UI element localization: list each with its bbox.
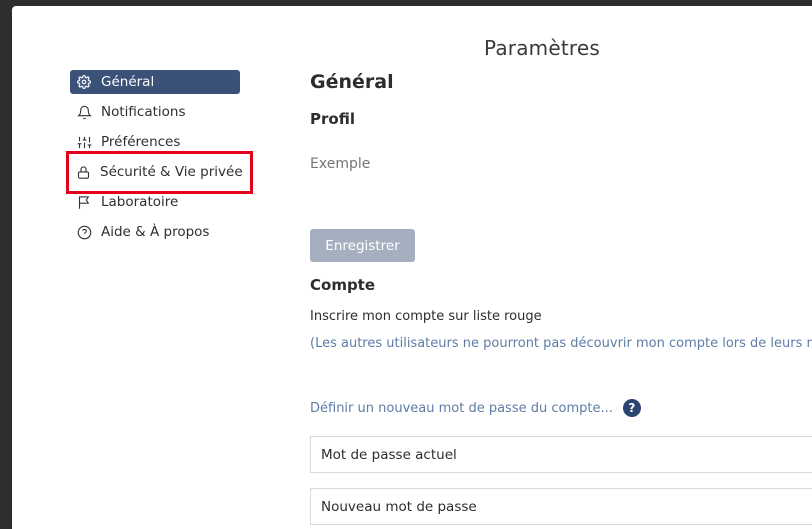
sidebar-item-label: Aide & À propos [101,224,210,240]
settings-sidebar: Général Notifications Préférences Sécuri… [70,70,243,250]
current-password-field[interactable] [310,436,812,473]
change-password-row: Définir un nouveau mot de passe du compt… [310,399,641,417]
blacklist-hint: (Les autres utilisateurs ne pourront pas… [310,336,812,351]
sidebar-item-label: Préférences [101,134,181,150]
sidebar-item-security[interactable]: Sécurité & Vie privée [70,160,243,184]
change-password-link[interactable]: Définir un nouveau mot de passe du compt… [310,401,613,416]
flag-icon [76,194,92,210]
dialog-title: Paramètres [483,36,601,60]
sidebar-item-preferences[interactable]: Préférences [70,130,240,154]
sidebar-item-notifications[interactable]: Notifications [70,100,240,124]
sidebar-item-label: Notifications [101,104,186,120]
sidebar-item-label: Sécurité & Vie privée [100,164,243,180]
sidebar-item-labs[interactable]: Laboratoire [70,190,240,214]
help-circle-icon [76,224,92,240]
sidebar-item-label: Général [101,74,155,90]
sidebar-item-help[interactable]: Aide & À propos [70,220,240,244]
page-title: Général [310,71,394,93]
help-icon[interactable]: ? [622,399,641,417]
settings-content: Général Profil Enregistrer Compte Inscri… [310,68,812,525]
lock-icon [76,164,91,180]
bell-icon [76,104,92,120]
account-section-title: Compte [310,276,376,294]
settings-dialog: Paramètres Général Notifications Préfére… [12,6,812,529]
display-name-input[interactable] [310,156,710,172]
sidebar-item-label: Laboratoire [101,194,179,210]
gear-icon [76,74,92,90]
new-password-field[interactable] [310,488,812,525]
sliders-icon [76,134,92,150]
sidebar-item-general[interactable]: Général [70,70,240,94]
blacklist-label: Inscrire mon compte sur liste rouge [310,309,542,324]
save-button[interactable]: Enregistrer [310,229,415,262]
profile-section-title: Profil [310,110,355,128]
